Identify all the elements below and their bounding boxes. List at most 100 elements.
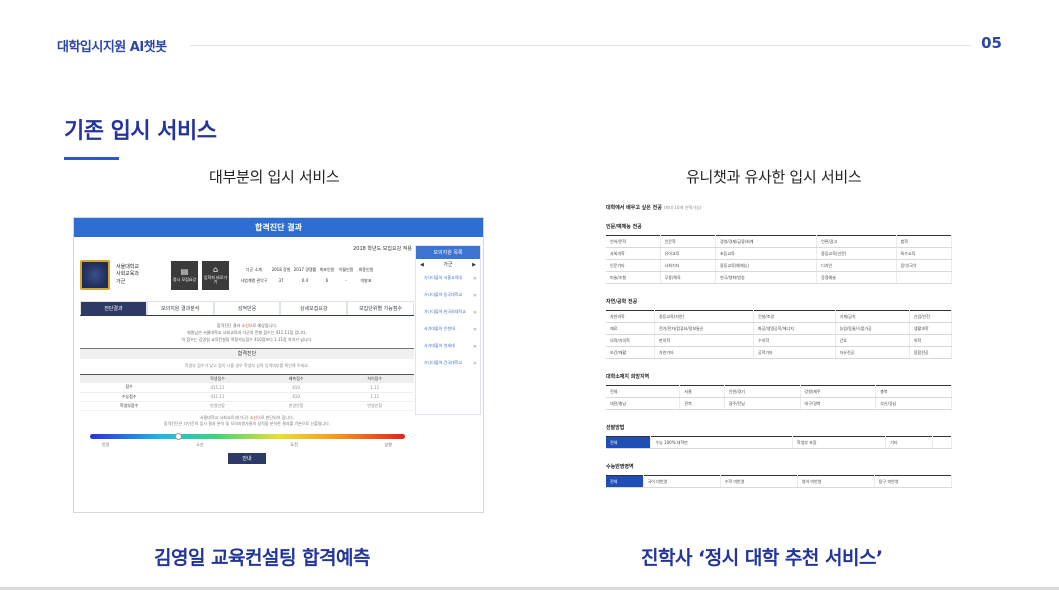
option-cell[interactable]: 학생부 포함 bbox=[792, 436, 887, 449]
option-cell[interactable]: 초등교육 bbox=[715, 247, 818, 260]
option-cell[interactable]: 건설/조경 bbox=[753, 310, 836, 323]
mock-item-label: 사가대불어 연세대 bbox=[424, 343, 455, 349]
option-cell[interactable]: 화공/생명공학/에너지 bbox=[753, 322, 836, 335]
option-cell[interactable]: 중등교육(인문) bbox=[816, 247, 897, 260]
option-cell[interactable]: 경영/경제/금융/회계 bbox=[715, 235, 818, 248]
option-cell[interactable]: 자유전공 bbox=[835, 346, 910, 359]
option-cell[interactable]: 중등교육(자연) bbox=[654, 310, 754, 323]
option-cell[interactable]: 대구/경북 bbox=[800, 397, 877, 410]
admissions-office-button-label: 입학처 바로가기 bbox=[203, 274, 228, 285]
prev-arrow-icon[interactable]: ◀ bbox=[420, 262, 424, 268]
option-cell[interactable]: 인문기타 bbox=[606, 259, 661, 272]
option-cell[interactable]: 음악/국악 bbox=[896, 259, 952, 272]
probability-scale: 안정 소신 도전 상향 bbox=[102, 442, 392, 448]
table-cell: 반영안함 bbox=[335, 401, 414, 411]
diagnosis-note: 학생부 점수가 낮고 점이 나올 경우 학생부 성적 입력여부를 확인해 주세요… bbox=[184, 362, 310, 368]
option-row: 사회과학 유아교육 초등교육 중등교육(인문) 특수교육 bbox=[606, 247, 952, 260]
option-cell[interactable]: 국어 미반영 bbox=[643, 475, 721, 488]
probability-gradient-bar bbox=[89, 433, 405, 441]
option-cell[interactable]: 기계/금속 bbox=[835, 310, 910, 323]
option-cell[interactable]: 인천/경기 bbox=[724, 385, 801, 398]
close-icon[interactable]: ✕ bbox=[473, 344, 477, 350]
option-cell[interactable]: 서울 bbox=[679, 385, 725, 398]
option-cell[interactable]: 전체 bbox=[606, 385, 681, 398]
guide-button[interactable]: 안내 bbox=[228, 453, 266, 465]
tab-score-reaction[interactable]: 성적반응 bbox=[213, 301, 281, 315]
close-icon[interactable]: ✕ bbox=[473, 276, 477, 282]
option-cell[interactable]: 보건/재활 bbox=[606, 346, 655, 359]
option-cell[interactable]: 중등교육(예체능) bbox=[715, 259, 818, 272]
option-cell[interactable]: 자연기타 bbox=[654, 346, 754, 359]
tab-possible-scores[interactable]: 모집단위별 가능점수 bbox=[347, 301, 414, 315]
option-cell[interactable]: 기타 bbox=[885, 436, 934, 449]
option-cell[interactable]: 공학기타 bbox=[753, 346, 836, 359]
option-cell[interactable]: 간호 bbox=[835, 334, 910, 347]
option-cell[interactable]: 약학 bbox=[909, 334, 952, 347]
next-arrow-icon[interactable]: ▶ bbox=[472, 262, 476, 268]
tab-detailed-guidelines[interactable]: 상세모집요강 bbox=[280, 301, 348, 315]
suneung-area-grid: 전체 국어 미반영 수학 미반영 영어 미반영 탐구 미반영 bbox=[606, 475, 952, 488]
close-icon[interactable]: ✕ bbox=[473, 293, 477, 299]
option-cell[interactable]: 충북 bbox=[875, 385, 952, 398]
option-cell[interactable]: 대전/충남 bbox=[606, 397, 681, 410]
diagnosis-tabs: 전단결과 모의지원 결과분석 성적반응 상세모집요강 모집단위별 가능점수 bbox=[80, 301, 414, 316]
option-cell[interactable]: 산업/안전 bbox=[909, 310, 952, 323]
option-cell[interactable]: 광주/전남 bbox=[724, 397, 801, 410]
option-cell[interactable]: 강원/제주 bbox=[800, 385, 877, 398]
option-cell[interactable]: 응용예술 bbox=[816, 271, 897, 284]
option-cell[interactable]: 의학/치의학 bbox=[606, 334, 655, 347]
option-cell[interactable]: 인문학 bbox=[660, 235, 717, 248]
option-cell[interactable]: 유아교육 bbox=[660, 247, 717, 260]
stats-value: 6.4 bbox=[301, 277, 309, 283]
option-cell[interactable]: 미술/조형 bbox=[606, 271, 661, 284]
option-cell[interactable]: 특수교육 bbox=[896, 247, 952, 260]
close-icon[interactable]: ✕ bbox=[473, 361, 477, 367]
option-cell[interactable]: 언론/광고 bbox=[816, 235, 897, 248]
mock-list-item[interactable]: 사가대불어 연세대 ✕ bbox=[416, 338, 480, 355]
building-icon: ⌂ bbox=[212, 264, 219, 274]
option-cell[interactable]: 영어 미반영 bbox=[797, 475, 875, 488]
stats-grid: 다군 소계 2018 정원 2017 경쟁률 최초인원 이월인원 최종인원 사범… bbox=[239, 267, 377, 284]
table-cell: 수능점수 bbox=[80, 392, 179, 402]
option-cell[interactable]: 수능 100% 대학만 bbox=[650, 436, 793, 449]
option-cell[interactable]: 부산/경남 bbox=[875, 397, 952, 410]
option-cell[interactable]: 자연과학 bbox=[606, 310, 655, 323]
tab-result[interactable]: 전단결과 bbox=[80, 301, 147, 315]
year-label: 2018 학년도 모집요강 적용 bbox=[353, 246, 412, 252]
admissions-office-button[interactable]: ⌂ 입학처 바로가기 bbox=[202, 260, 229, 290]
option-cell[interactable]: 한의학 bbox=[654, 334, 754, 347]
humanities-heading: 인문/예체능 전공 bbox=[606, 224, 642, 230]
option-cell[interactable]: 수학 미반영 bbox=[720, 475, 798, 488]
mock-list-item[interactable]: 가나다불어 서울교육대 ✕ bbox=[416, 270, 480, 287]
option-cell[interactable]: 전기/전자/컴퓨터/정보통신 bbox=[654, 322, 754, 335]
option-cell[interactable]: 디자인 bbox=[816, 259, 897, 272]
close-icon[interactable]: ✕ bbox=[473, 327, 477, 333]
tab-mock-analysis[interactable]: 모의지원 결과분석 bbox=[146, 301, 214, 315]
option-cell[interactable]: 전북 bbox=[679, 397, 725, 410]
option-cell[interactable]: 탐구 미반영 bbox=[874, 475, 952, 488]
table-cell: 411.11 bbox=[178, 383, 257, 393]
option-cell[interactable]: 생활과학 bbox=[909, 322, 952, 335]
mock-item-label: 가나다불어 건국대학교 bbox=[424, 360, 463, 366]
option-cell[interactable]: 사회기타 bbox=[660, 259, 717, 272]
option-cell[interactable]: 융합전공 bbox=[909, 346, 952, 359]
stats-header: 다군 소계 bbox=[246, 266, 262, 272]
option-cell[interactable]: 무용/체육 bbox=[660, 271, 717, 284]
option-cell[interactable]: 수의학 bbox=[753, 334, 836, 347]
option-cell[interactable]: 법학 bbox=[896, 235, 952, 248]
mock-list-item[interactable]: 가나다불어 한국외대학교 ✕ bbox=[416, 304, 480, 321]
option-cell bbox=[932, 436, 952, 449]
option-cell[interactable]: 전체 bbox=[606, 436, 652, 449]
mock-list-item[interactable]: 가나다불어 동국대학교 ✕ bbox=[416, 287, 480, 304]
option-cell[interactable]: 언어/문학 bbox=[606, 235, 661, 248]
table-cell: 학생부점수 bbox=[80, 401, 179, 411]
close-icon[interactable]: ✕ bbox=[473, 310, 477, 316]
option-cell[interactable]: 연극/영화/방송 bbox=[715, 271, 818, 284]
option-cell[interactable]: 사회과학 bbox=[606, 247, 661, 260]
option-cell[interactable]: 농림/동물/식품가공 bbox=[835, 322, 910, 335]
guidelines-button[interactable]: ▤ 정시 모집요강 bbox=[171, 260, 198, 290]
mock-list-item[interactable]: 가나다불어 건국대학교 ✕ bbox=[416, 355, 480, 372]
option-cell[interactable]: 전체 bbox=[606, 475, 644, 488]
mock-list-item[interactable]: 사가대불어 인천대 ✕ bbox=[416, 321, 480, 338]
option-cell[interactable]: 재료 bbox=[606, 322, 655, 335]
